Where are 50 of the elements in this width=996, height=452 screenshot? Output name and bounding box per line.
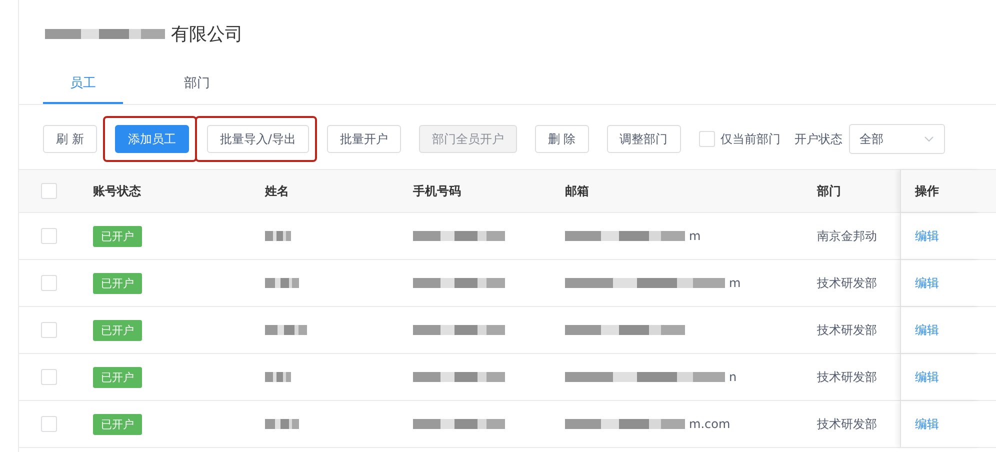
edit-link[interactable]: 编辑 [915,228,939,244]
edit-link[interactable]: 编辑 [915,274,939,292]
status-tag: 已开户 [93,226,142,246]
redaction-mark [265,231,291,241]
table-cell: n [729,370,737,384]
redaction-mark [265,372,291,382]
edit-link[interactable]: 编辑 [915,416,939,432]
redaction-mark [265,325,307,335]
edit-link[interactable]: 编辑 [915,322,939,338]
table-cell: m [689,229,701,243]
redaction-mark [265,278,299,288]
column-header: 姓名 [265,182,289,200]
caret-icon [924,136,934,142]
table-cell: m [729,276,741,290]
checkbox-label: 仅当前部门 [720,130,781,148]
select-all-checkbox[interactable] [41,183,57,199]
tab[interactable]: 部门 [157,66,237,104]
table-cell: 技术研发部 [817,416,877,432]
row-checkbox[interactable] [41,275,57,291]
toolbar-button[interactable]: 调整部门 [606,125,681,153]
column-header: 操作 [915,182,939,200]
toolbar-button[interactable]: 添加员工 [114,125,189,153]
table-cell: 技术研发部 [817,274,877,292]
column-header: 手机号码 [413,182,461,200]
table-cell: 技术研发部 [817,322,877,338]
row-checkbox[interactable] [41,416,57,432]
edit-link[interactable]: 编辑 [915,368,939,386]
toolbar-button[interactable]: 刷 新 [43,125,97,153]
redaction-mark [265,419,299,429]
filter-label: 开户状态 [794,130,843,148]
status-tag: 已开户 [93,366,142,388]
table-cell: 技术研发部 [817,368,877,386]
table-cell: 南京金邦动 [817,228,877,244]
column-header: 部门 [817,182,841,200]
checkbox[interactable] [698,131,715,147]
column-header: 账号状态 [93,182,141,200]
status-tag: 已开户 [93,414,142,434]
status-select[interactable]: 全部 [848,124,945,154]
toolbar-button[interactable]: 批量导入/导出 [206,125,309,153]
status-tag: 已开户 [93,320,142,340]
row-checkbox[interactable] [41,369,57,385]
toolbar-button[interactable]: 删 除 [534,125,589,153]
status-tag: 已开户 [93,272,142,294]
company-name: 有限公司 [171,23,243,46]
table-cell: m.com [689,417,730,431]
tab[interactable]: 员工 [43,66,123,104]
column-header: 邮箱 [565,182,589,200]
row-checkbox[interactable] [41,228,57,244]
toolbar-button[interactable]: 批量开户 [326,125,401,153]
row-checkbox[interactable] [41,322,57,338]
